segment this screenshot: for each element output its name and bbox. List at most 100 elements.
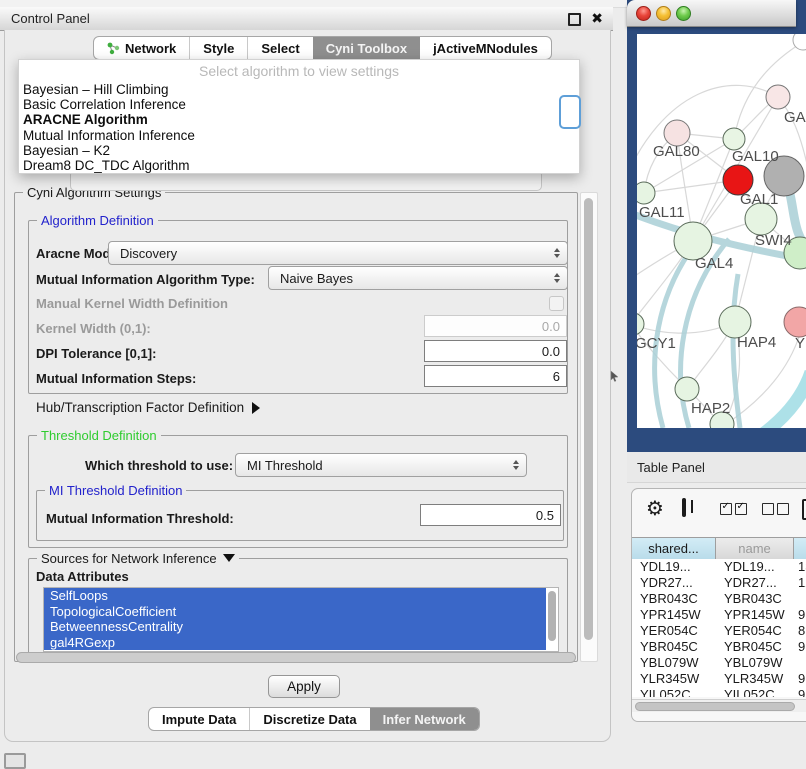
cell: YPR145W: [716, 607, 794, 623]
apply-button[interactable]: Apply: [268, 675, 340, 698]
kernel-width-label: Kernel Width (0,1):: [36, 321, 151, 336]
table-row[interactable]: YER054CYER054C8.: [632, 623, 806, 639]
network-nodes[interactable]: [637, 34, 806, 428]
aracne-mode-select[interactable]: Discovery: [108, 241, 568, 265]
node-salmon[interactable]: [784, 307, 806, 337]
settings-vertical-scrollbar[interactable]: [580, 192, 598, 662]
cell: YLR345W: [632, 671, 716, 687]
sources-title[interactable]: Sources for Network Inference: [37, 551, 239, 566]
list-item[interactable]: TopologicalCoefficient: [44, 604, 546, 620]
gear-icon[interactable]: ⚙: [646, 499, 664, 519]
tab-infer-network[interactable]: Infer Network: [370, 708, 479, 730]
data-attributes-list[interactable]: SelfLoops TopologicalCoefficient Between…: [43, 587, 559, 652]
mi-threshold-input[interactable]: 0.5: [420, 504, 561, 526]
tab-cyni-toolbox[interactable]: Cyni Toolbox: [313, 37, 420, 59]
select-all-checkboxes-icon[interactable]: [720, 503, 750, 518]
close-traffic-light-icon[interactable]: [636, 6, 651, 21]
mi-steps-input[interactable]: 6: [424, 365, 567, 387]
dropdown-item[interactable]: Dream8 DC_TDC Algorithm: [19, 158, 579, 173]
tab-discretize-data-label: Discretize Data: [263, 712, 356, 727]
network-view-canvas[interactable]: GAL GAL80 GAL10 GAL1 GAL11 GAL4 SWI4 GCY…: [637, 34, 806, 428]
table-row[interactable]: YDL19...YDL19...13: [632, 559, 806, 575]
list-item[interactable]: BetweennessCentrality: [44, 619, 546, 635]
dropdown-item[interactable]: Basic Correlation Inference: [19, 97, 579, 112]
node-label: GAL1: [740, 191, 778, 208]
manual-kernel-checkbox[interactable]: [549, 296, 564, 311]
table-row[interactable]: YBR043CYBR043C: [632, 591, 806, 607]
node-label: Y: [795, 335, 805, 352]
tab-network-label: Network: [125, 41, 176, 56]
cell: YDL19...: [716, 559, 794, 575]
dropdown-item[interactable]: Bayesian – Hill Climbing: [19, 82, 579, 97]
node-label: GAL11: [639, 204, 685, 221]
table-row[interactable]: YIL052CYIL052C9: [632, 687, 806, 697]
stepper-arrows-icon: [554, 273, 560, 283]
node-gal11[interactable]: [637, 182, 655, 204]
dpi-tolerance-label: DPI Tolerance [0,1]:: [36, 346, 156, 361]
node-gal-partial[interactable]: [766, 85, 790, 109]
tab-network[interactable]: Network: [94, 37, 189, 59]
node-label: HAP2: [691, 400, 730, 417]
columns-icon[interactable]: [682, 498, 686, 517]
cell: YDR27...: [716, 575, 794, 591]
cell: YER054C: [716, 623, 794, 639]
table-row[interactable]: YDR27...YDR27...12: [632, 575, 806, 591]
control-panel-titlebar: Control Panel ✖: [0, 7, 613, 31]
scrollbar-thumb[interactable]: [635, 702, 795, 711]
dpi-tolerance-input[interactable]: 0.0: [424, 340, 567, 362]
cell: YBR043C: [716, 591, 794, 607]
scrollbar-thumb[interactable]: [584, 198, 593, 640]
minimized-panel-chip[interactable]: [4, 753, 26, 769]
list-scrollbar-thumb[interactable]: [548, 591, 556, 641]
mi-threshold-title: MI Threshold Definition: [45, 483, 186, 498]
page-icon[interactable]: [802, 499, 806, 520]
cell: 8.: [794, 623, 806, 639]
table-row[interactable]: YPR145WYPR145W9.: [632, 607, 806, 623]
table-row[interactable]: YBR045CYBR045C9.: [632, 639, 806, 655]
cell: YIL052C: [716, 687, 794, 697]
minimize-traffic-light-icon[interactable]: [656, 6, 671, 21]
which-threshold-select[interactable]: MI Threshold: [235, 453, 527, 477]
node-gcy1[interactable]: [637, 313, 644, 335]
panel-title: Control Panel: [11, 11, 90, 26]
deselect-all-checkboxes-icon[interactable]: [762, 503, 792, 518]
cell: YBR043C: [632, 591, 716, 607]
tab-discretize-data[interactable]: Discretize Data: [249, 708, 369, 730]
tab-select[interactable]: Select: [247, 37, 312, 59]
table-horizontal-scrollbar[interactable]: [632, 699, 806, 712]
cell: 9.: [794, 607, 806, 623]
manual-kernel-label: Manual Kernel Width Definition: [36, 296, 228, 311]
mi-steps-label: Mutual Information Steps:: [36, 371, 196, 386]
mi-type-select[interactable]: Naive Bayes: [268, 266, 568, 290]
table-row[interactable]: YLR345WYLR345W9.: [632, 671, 806, 687]
column-header-name[interactable]: name: [716, 538, 794, 559]
column-header-shared[interactable]: shared...: [632, 538, 716, 559]
tab-impute-data[interactable]: Impute Data: [149, 708, 249, 730]
node-gal10[interactable]: [723, 128, 745, 150]
close-icon[interactable]: ✖: [591, 10, 603, 27]
table-body[interactable]: YDL19...YDL19...13 YDR27...YDR27...12 YB…: [632, 559, 806, 697]
tab-jactivemnodules[interactable]: jActiveMNodules: [420, 37, 551, 59]
list-item[interactable]: SelfLoops: [44, 588, 546, 604]
dropdown-item[interactable]: Bayesian – K2: [19, 143, 579, 158]
zoom-traffic-light-icon[interactable]: [676, 6, 691, 21]
settings-horizontal-scrollbar[interactable]: [16, 652, 576, 663]
column-header-partial[interactable]: [794, 538, 806, 559]
tab-style[interactable]: Style: [189, 37, 247, 59]
network-graph: GAL GAL80 GAL10 GAL1 GAL11 GAL4 SWI4 GCY…: [637, 34, 806, 428]
network-window-titlebar[interactable]: [627, 0, 796, 27]
node-label: HAP4: [737, 334, 776, 351]
dropdown-item-selected[interactable]: ARACNE Algorithm: [19, 112, 579, 127]
mi-threshold-label: Mutual Information Threshold:: [46, 511, 234, 526]
hub-definition-label: Hub/Transcription Factor Definition: [36, 400, 244, 415]
dropdown-item[interactable]: Mutual Information Inference: [19, 128, 579, 143]
table-row[interactable]: YBL079WYBL079W: [632, 655, 806, 671]
mouse-cursor-icon: [610, 370, 620, 382]
table-header-row: shared... name: [632, 537, 806, 560]
mi-type-value: Naive Bayes: [280, 271, 554, 286]
node-hap2[interactable]: [675, 377, 699, 401]
which-threshold-label: Which threshold to use:: [85, 458, 233, 473]
float-window-icon[interactable]: [568, 13, 581, 26]
hub-definition-toggle[interactable]: Hub/Transcription Factor Definition: [36, 400, 260, 415]
list-item[interactable]: gal4RGexp: [44, 635, 546, 651]
